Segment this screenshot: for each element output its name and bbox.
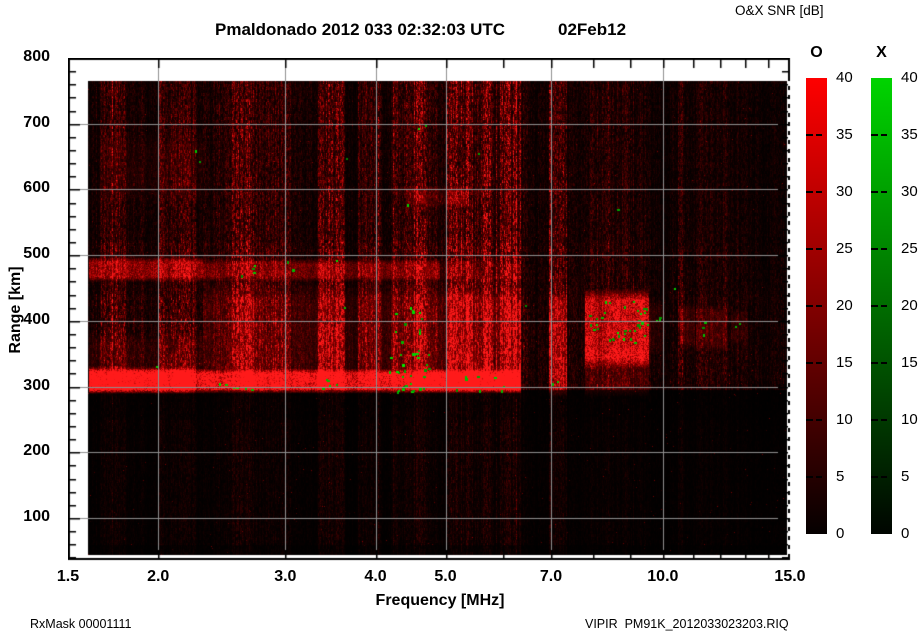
rx-mask-text: RxMask 00001111 [30,617,132,631]
colorbar-tick-label: 30 [836,183,853,200]
colorbar-tick-label: 40 [901,69,918,86]
colorbar-tick-dash [881,476,887,478]
colorbar-tick-label: 10 [836,411,853,428]
colorbar-label-o: O [810,44,823,61]
colorbar-tick-label: 20 [836,297,853,314]
colorbar-tick-dash [816,134,822,136]
colorbar-tick-label: 5 [836,468,845,485]
colorbar-tick-label: 5 [901,468,910,485]
colorbar-tick-dash [806,362,813,364]
colorbar-tick-label: 25 [836,240,853,257]
colorbar-tick-dash [871,305,878,307]
colorbar-tick-label: 20 [901,297,918,314]
colorbar-tick-dash [881,191,887,193]
colorbar-tick-label: 10 [901,411,918,428]
colorbar-tick-label: 25 [901,240,918,257]
colorbar-tick-label: 15 [901,354,918,371]
colorbar-tick-dash [871,476,878,478]
colorbar-tick-dash [816,191,822,193]
colorbar-tick-label: 35 [836,126,853,143]
colorbar-tick-label: 15 [836,354,853,371]
colorbar-tick-dash [871,191,878,193]
colorbar-panel: O 40 35 30 25 20 15 10 5 0 X 40 35 30 25 20 15 10 5 0 [0,0,922,636]
colorbar-tick-dash [806,248,813,250]
file-info-text: VIPIR PM91K_2012033023203.RIQ [585,617,789,631]
colorbar-tick-dash [816,248,822,250]
colorbar-tick-dash [816,305,822,307]
colorbar-tick-label: 35 [901,126,918,143]
colorbar-tick-dash [871,248,878,250]
colorbar-tick-dash [881,419,887,421]
colorbar-tick-label: 40 [836,69,853,86]
colorbar-tick-dash [871,134,878,136]
colorbar-tick-dash [816,419,822,421]
colorbar-tick-dash [816,362,822,364]
colorbar-tick-dash [881,362,887,364]
colorbar-tick-dash [881,248,887,250]
colorbar-tick-label: 30 [901,183,918,200]
colorbar-tick-dash [881,134,887,136]
colorbar-tick-dash [871,419,878,421]
ionogram-page: Pmaldonado 2012 033 02:32:03 UTC 02Feb12… [0,0,922,636]
colorbar-tick-dash [816,476,822,478]
colorbar-tick-dash [806,419,813,421]
colorbar-tick-dash [806,476,813,478]
colorbar-tick-label: 0 [836,525,845,542]
colorbar-tick-dash [806,134,813,136]
colorbar-tick-dash [806,305,813,307]
colorbar-tick-dash [881,305,887,307]
colorbar-tick-label: 0 [901,525,910,542]
colorbar-label-x: X [876,44,887,61]
colorbar-tick-dash [806,191,813,193]
colorbar-tick-dash [871,362,878,364]
